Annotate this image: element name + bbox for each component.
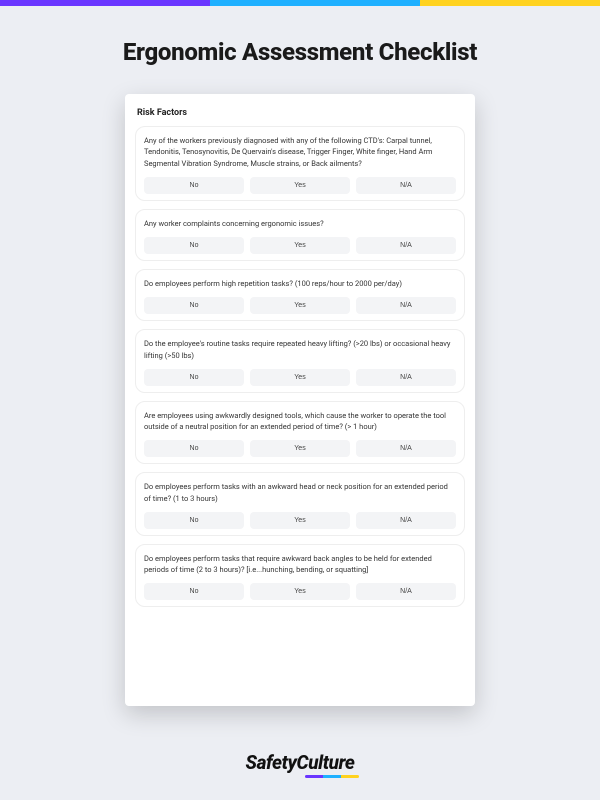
- question-text: Do employees perform tasks with an awkwa…: [144, 481, 456, 504]
- option-na-button[interactable]: N/A: [356, 177, 456, 194]
- option-na-button[interactable]: N/A: [356, 583, 456, 600]
- option-no-button[interactable]: No: [144, 237, 244, 254]
- option-na-button[interactable]: N/A: [356, 369, 456, 386]
- option-yes-button[interactable]: Yes: [250, 237, 350, 254]
- option-no-button[interactable]: No: [144, 512, 244, 529]
- options-row: No Yes N/A: [144, 512, 456, 529]
- question-text: Any of the workers previously diagnosed …: [144, 135, 456, 169]
- section-title: Risk Factors: [137, 108, 463, 118]
- top-accent-stripe: [0, 0, 600, 6]
- brand-logo-text: SafetyCulture: [246, 751, 355, 774]
- option-no-button[interactable]: No: [144, 297, 244, 314]
- option-na-button[interactable]: N/A: [356, 237, 456, 254]
- question-block: Do the employee's routine tasks require …: [135, 329, 465, 393]
- brand-footer: SafetyCulture: [0, 751, 600, 778]
- question-block: Any worker complaints concerning ergonom…: [135, 209, 465, 261]
- question-block: Do employees perform tasks with an awkwa…: [135, 472, 465, 536]
- option-no-button[interactable]: No: [144, 583, 244, 600]
- page-title: Ergonomic Assessment Checklist: [0, 38, 600, 66]
- option-yes-button[interactable]: Yes: [250, 440, 350, 457]
- option-no-button[interactable]: No: [144, 177, 244, 194]
- options-row: No Yes N/A: [144, 237, 456, 254]
- question-text: Do the employee's routine tasks require …: [144, 338, 456, 361]
- option-no-button[interactable]: No: [144, 440, 244, 457]
- question-block: Are employees using awkwardly designed t…: [135, 401, 465, 465]
- option-yes-button[interactable]: Yes: [250, 297, 350, 314]
- option-yes-button[interactable]: Yes: [250, 177, 350, 194]
- option-no-button[interactable]: No: [144, 369, 244, 386]
- questions-container: Any of the workers previously diagnosed …: [135, 126, 465, 607]
- question-block: Any of the workers previously diagnosed …: [135, 126, 465, 201]
- option-yes-button[interactable]: Yes: [250, 369, 350, 386]
- question-text: Do employees perform high repetition tas…: [144, 278, 456, 289]
- option-yes-button[interactable]: Yes: [250, 583, 350, 600]
- checklist-card: Risk Factors Any of the workers previous…: [125, 94, 475, 706]
- option-na-button[interactable]: N/A: [356, 512, 456, 529]
- question-text: Any worker complaints concerning ergonom…: [144, 218, 456, 229]
- option-na-button[interactable]: N/A: [356, 440, 456, 457]
- options-row: No Yes N/A: [144, 583, 456, 600]
- question-block: Do employees perform tasks that require …: [135, 544, 465, 608]
- stripe-purple: [0, 0, 210, 6]
- options-row: No Yes N/A: [144, 297, 456, 314]
- question-text: Do employees perform tasks that require …: [144, 553, 456, 576]
- option-na-button[interactable]: N/A: [356, 297, 456, 314]
- stripe-yellow: [420, 0, 600, 6]
- brand-underline: [305, 775, 359, 778]
- option-yes-button[interactable]: Yes: [250, 512, 350, 529]
- options-row: No Yes N/A: [144, 440, 456, 457]
- stripe-blue: [210, 0, 420, 6]
- question-text: Are employees using awkwardly designed t…: [144, 410, 456, 433]
- question-block: Do employees perform high repetition tas…: [135, 269, 465, 321]
- options-row: No Yes N/A: [144, 369, 456, 386]
- options-row: No Yes N/A: [144, 177, 456, 194]
